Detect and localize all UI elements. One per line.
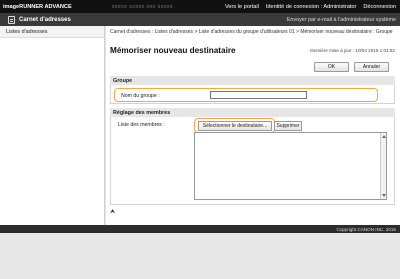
sidebar: Listes d'adresses xyxy=(0,26,105,225)
group-section-header: Groupe xyxy=(110,76,395,85)
members-scrollbar[interactable] xyxy=(380,133,386,199)
sidebar-item-address-lists[interactable]: Listes d'adresses xyxy=(0,26,104,38)
top-right-links: Vers le portail Identité de connexion : … xyxy=(225,4,400,10)
app-title: Carnet d'adresses xyxy=(19,16,71,23)
top-bar: imageRUNNER ADVANCE xxxxx xxxxx xxx xxxx… xyxy=(0,0,400,13)
scroll-up-icon[interactable] xyxy=(382,135,386,138)
last-updated: Dernière mise à jour : 10/04 2015 1:01:5… xyxy=(310,48,395,53)
device-name-blurred: xxxxx xxxxx xxx xxxxx xyxy=(111,3,173,10)
portal-link[interactable]: Vers le portail xyxy=(225,4,259,10)
scroll-down-icon[interactable] xyxy=(382,194,386,197)
select-recipient-button[interactable]: Sélectionner le destinataire... xyxy=(198,121,272,131)
address-book-icon xyxy=(8,15,15,24)
sidebar-item-label: Listes d'adresses xyxy=(6,28,48,35)
main-panel: Carnet d'adresses : Listes d'adresses > … xyxy=(106,26,400,225)
members-section-header: Réglage des membres xyxy=(110,108,395,117)
copyright: Copyright CANON INC. 2015 xyxy=(336,226,397,232)
breadcrumb[interactable]: Carnet d'adresses : Listes d'adresses > … xyxy=(110,29,394,36)
members-list-label: Liste des membres : xyxy=(118,122,165,128)
bottom-background xyxy=(0,233,400,279)
page-title: Mémoriser nouveau destinataire xyxy=(110,46,236,55)
members-list[interactable] xyxy=(194,132,387,200)
ok-button[interactable]: OK xyxy=(314,62,349,72)
login-identity: Identité de connexion : Administrator xyxy=(265,3,357,10)
group-name-input[interactable] xyxy=(210,91,307,99)
back-to-top-icon[interactable]: ⮝ xyxy=(110,209,115,216)
cancel-button[interactable]: Annuler xyxy=(354,62,389,72)
mail-admin-link[interactable]: Envoyer par e-mail à l'administrateur sy… xyxy=(287,17,400,23)
logout-link[interactable]: Déconnexion xyxy=(363,4,396,10)
footer: Copyright CANON INC. 2015 xyxy=(0,225,400,233)
product-name: imageRUNNER ADVANCE xyxy=(3,3,72,10)
delete-button[interactable]: Supprimer xyxy=(274,121,302,131)
title-bar: Carnet d'adresses Envoyer par e-mail à l… xyxy=(0,13,400,26)
